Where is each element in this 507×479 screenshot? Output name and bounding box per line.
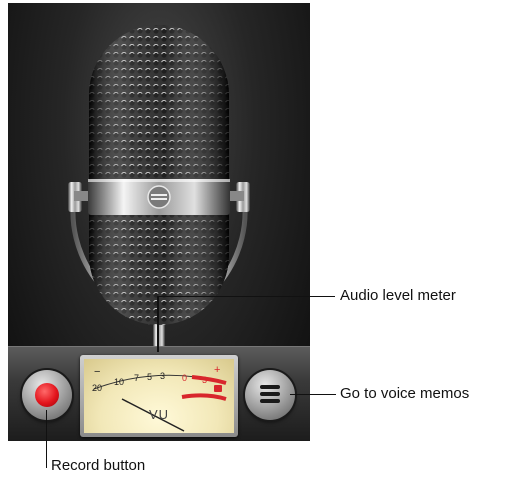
voice-memos-callout: Go to voice memos	[340, 385, 470, 402]
record-button[interactable]	[22, 370, 72, 420]
vu-tick-label: 20	[92, 383, 102, 393]
callout-line	[46, 410, 47, 468]
vu-tick-label-red: 0	[182, 373, 187, 383]
callout-line	[157, 296, 335, 297]
vu-label: VU	[148, 407, 170, 422]
audio-level-meter: − + 20 10 7 5 3 0 3 VU	[80, 355, 238, 437]
record-button-callout: Record button	[51, 457, 146, 474]
voice-memos-button[interactable]	[245, 370, 295, 420]
callout-line	[290, 394, 336, 395]
callout-line	[157, 296, 159, 352]
vu-tick-label: 7	[134, 373, 139, 383]
vu-plus: +	[214, 364, 220, 376]
vu-red-zone	[191, 375, 227, 385]
vu-meter-face: − + 20 10 7 5 3 0 3 VU	[84, 359, 234, 433]
list-icon	[260, 385, 280, 405]
vu-tick-label: 3	[160, 371, 165, 381]
vu-peak-lamp	[214, 385, 222, 392]
vu-minus: −	[94, 366, 100, 378]
record-dot-icon	[35, 383, 59, 407]
vu-tick-label: 10	[114, 377, 124, 387]
microphone-emblem	[147, 185, 171, 209]
microphone-illustration	[68, 25, 250, 346]
voice-memos-screen: − + 20 10 7 5 3 0 3 VU	[8, 3, 310, 441]
control-bar: − + 20 10 7 5 3 0 3 VU	[8, 346, 310, 441]
vu-tick-label: 5	[147, 372, 152, 382]
vu-red-arc	[181, 393, 227, 401]
vu-tick-label-red: 3	[202, 375, 207, 385]
audio-level-meter-callout: Audio level meter	[340, 287, 456, 304]
